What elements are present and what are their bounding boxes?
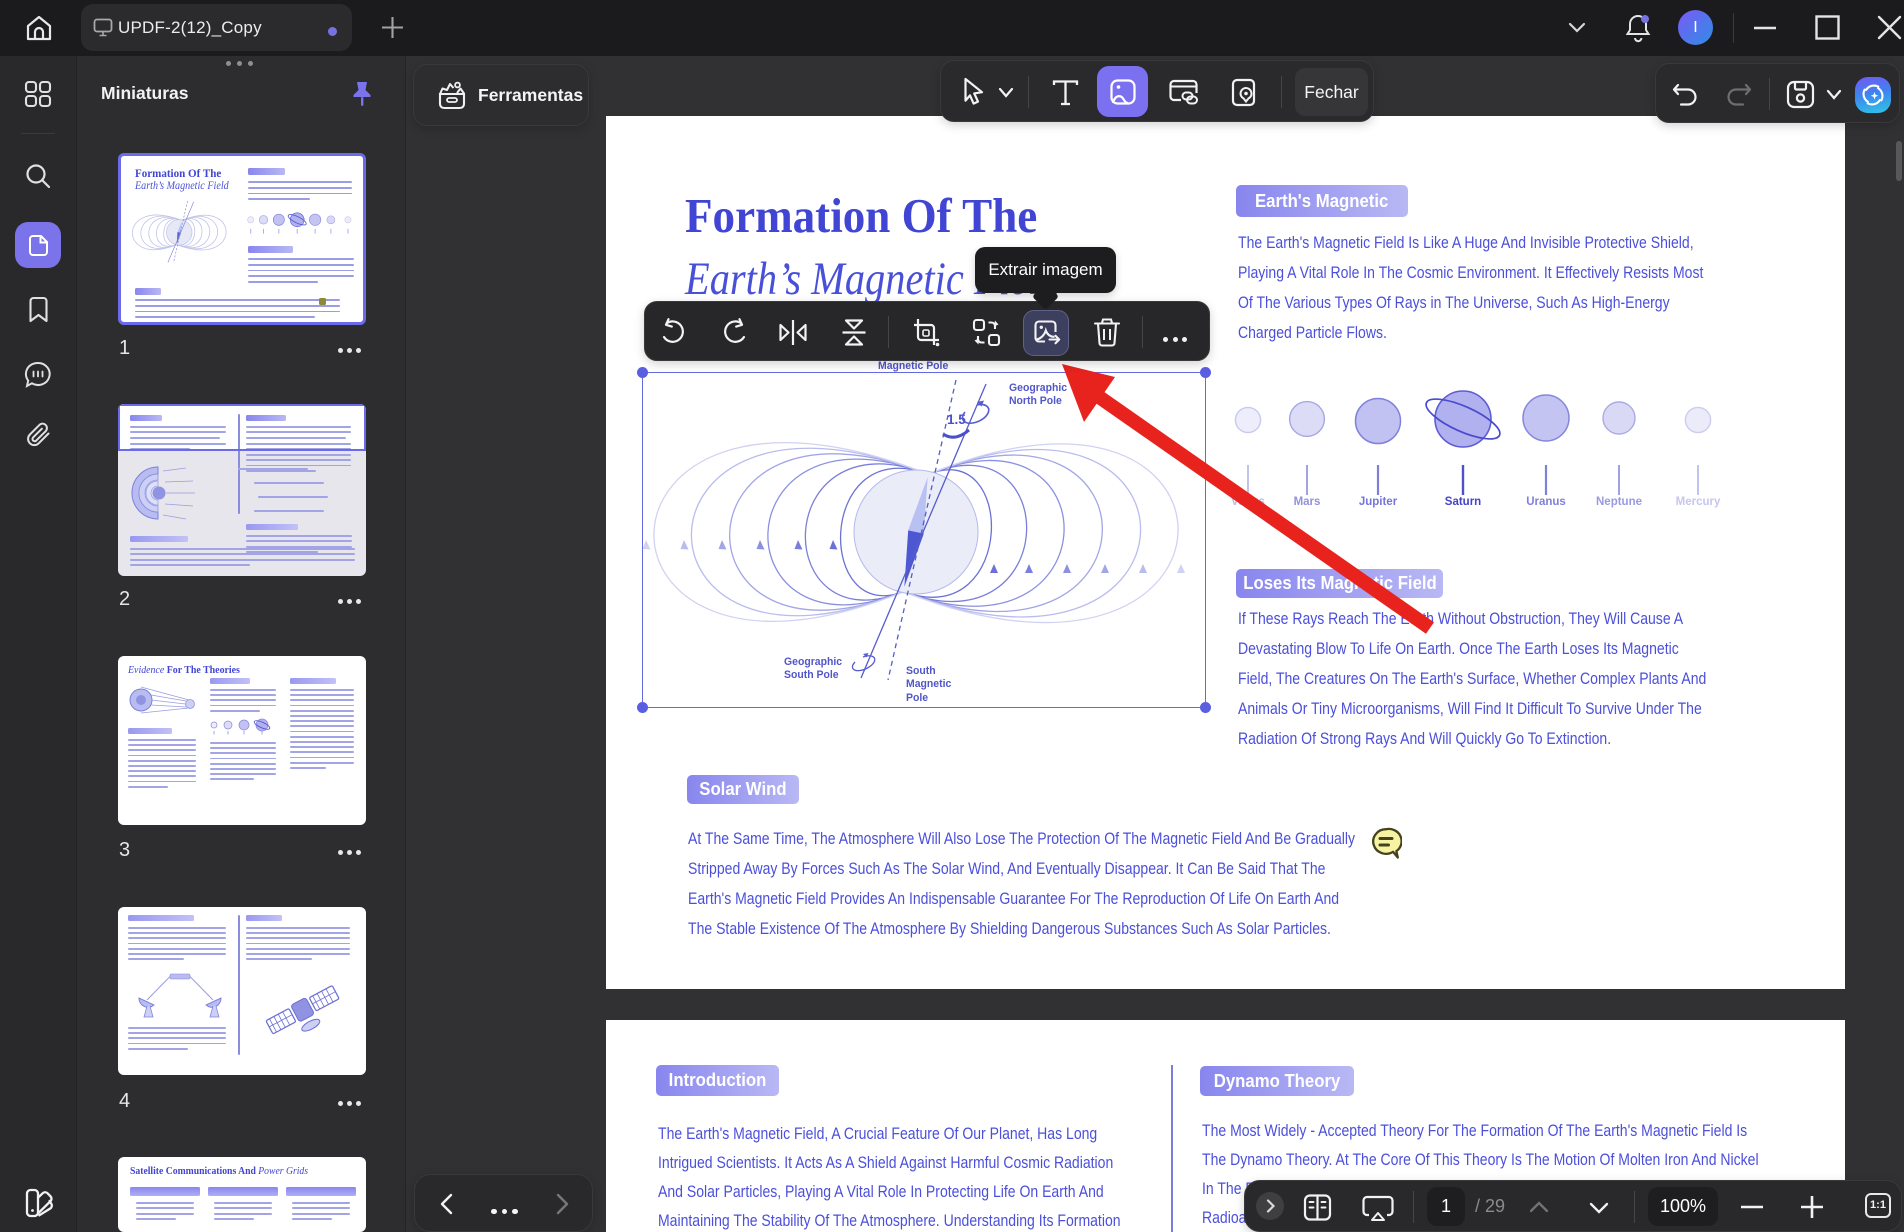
svg-text:Mercury: Mercury [1676,496,1721,508]
svg-text:Saturn: Saturn [1445,496,1481,508]
svg-text:Uranus: Uranus [1526,496,1566,508]
svg-text:Neptune: Neptune [1596,496,1642,508]
